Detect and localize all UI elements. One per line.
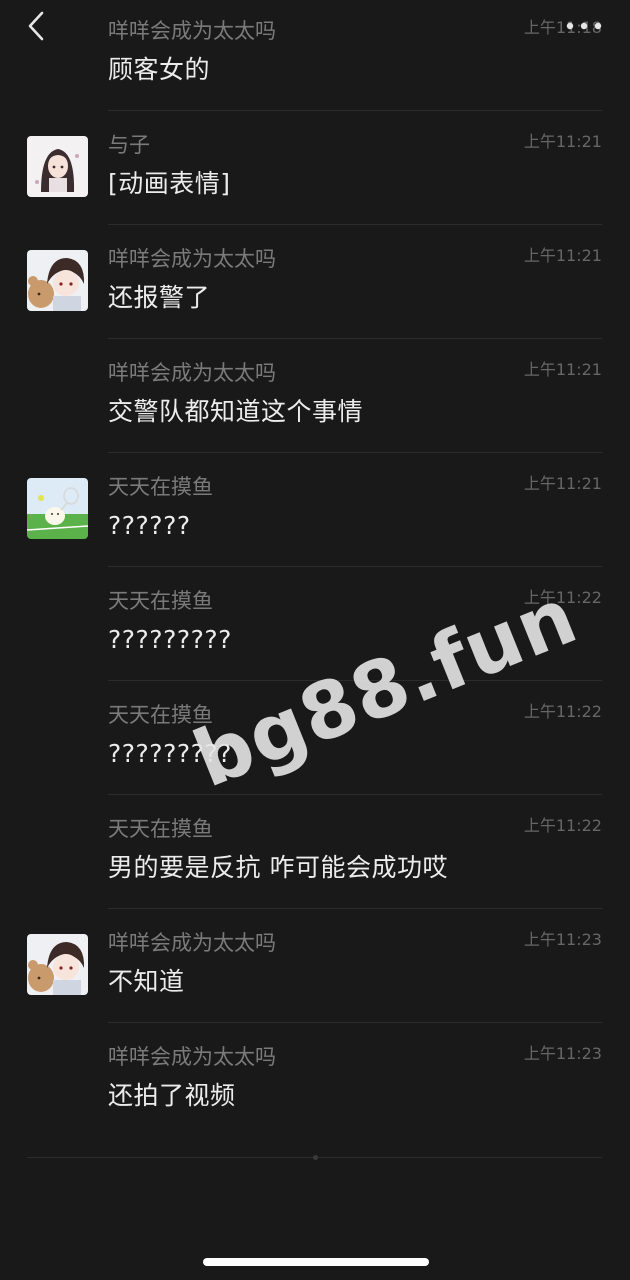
message-time: 上午11:21 <box>523 132 602 151</box>
message-row[interactable]: 咩咩会成为太太吗 上午11:21 交警队都知道这个事情 <box>0 339 630 453</box>
sender-name: 与子 <box>108 133 150 157</box>
message-row[interactable]: 咩咩会成为太太吗 上午11:21 还报警了 <box>0 225 630 339</box>
message-text: 交警队都知道这个事情 <box>108 397 364 426</box>
sender-name: 咩咩会成为太太吗 <box>108 361 276 385</box>
list-end-dot <box>313 1155 318 1160</box>
message-row[interactable]: 与子 上午11:21 [动画表情] <box>0 111 630 225</box>
message-row[interactable]: 咩咩会成为太太吗 上午11:23 不知道 <box>0 909 630 1023</box>
sender-name: 天天在摸鱼 <box>108 475 213 499</box>
message-text: ?????? <box>108 511 191 540</box>
avatar[interactable] <box>27 478 88 539</box>
message-time: 上午11:22 <box>523 816 602 835</box>
home-indicator[interactable] <box>203 1258 429 1266</box>
message-text: 男的要是反抗 咋可能会成功哎 <box>108 853 448 882</box>
message-text: ????????? <box>108 625 232 654</box>
message-text: [动画表情] <box>108 169 231 198</box>
boy-with-bear-avatar-icon <box>27 250 88 311</box>
message-text: 不知道 <box>108 967 185 996</box>
message-time: 上午11:21 <box>523 246 602 265</box>
avatar[interactable] <box>27 934 88 995</box>
sender-name: 天天在摸鱼 <box>108 817 213 841</box>
more-dots-icon <box>566 22 602 30</box>
anime-girl-avatar-icon <box>27 136 88 197</box>
avatar[interactable] <box>27 136 88 197</box>
message-time: 上午11:23 <box>523 1044 602 1063</box>
chevron-left-icon <box>28 11 44 41</box>
sender-name: 天天在摸鱼 <box>108 589 213 613</box>
message-text: 顾客女的 <box>108 55 211 84</box>
tennis-duck-avatar-icon <box>27 478 88 539</box>
message-time: 上午11:23 <box>523 930 602 949</box>
sender-name: 咩咩会成为太太吗 <box>108 19 276 43</box>
sender-name: 咩咩会成为太太吗 <box>108 931 276 955</box>
message-time: 上午11:21 <box>523 360 602 379</box>
message-row[interactable]: 咩咩会成为太太吗 上午11:23 还拍了视频 <box>0 1023 630 1137</box>
more-button[interactable] <box>564 18 604 32</box>
sender-name: 咩咩会成为太太吗 <box>108 247 276 271</box>
boy-with-bear-avatar-icon <box>27 934 88 995</box>
message-text: 还报警了 <box>108 283 211 312</box>
chat-history-screen: 咩咩会成为太太吗 上午11:18 顾客女的 与子 上午11:21 [动画表情] <box>0 0 630 1280</box>
message-row[interactable]: 天天在摸鱼 上午11:22 男的要是反抗 咋可能会成功哎 <box>0 795 630 909</box>
back-button[interactable] <box>22 8 52 44</box>
message-text: 还拍了视频 <box>108 1081 236 1110</box>
avatar[interactable] <box>27 250 88 311</box>
message-row[interactable]: 咩咩会成为太太吗 上午11:18 顾客女的 <box>0 0 630 111</box>
message-time: 上午11:21 <box>523 474 602 493</box>
sender-name: 咩咩会成为太太吗 <box>108 1045 276 1069</box>
message-time: 上午11:22 <box>523 702 602 721</box>
message-row[interactable]: 天天在摸鱼 上午11:21 ?????? <box>0 453 630 567</box>
